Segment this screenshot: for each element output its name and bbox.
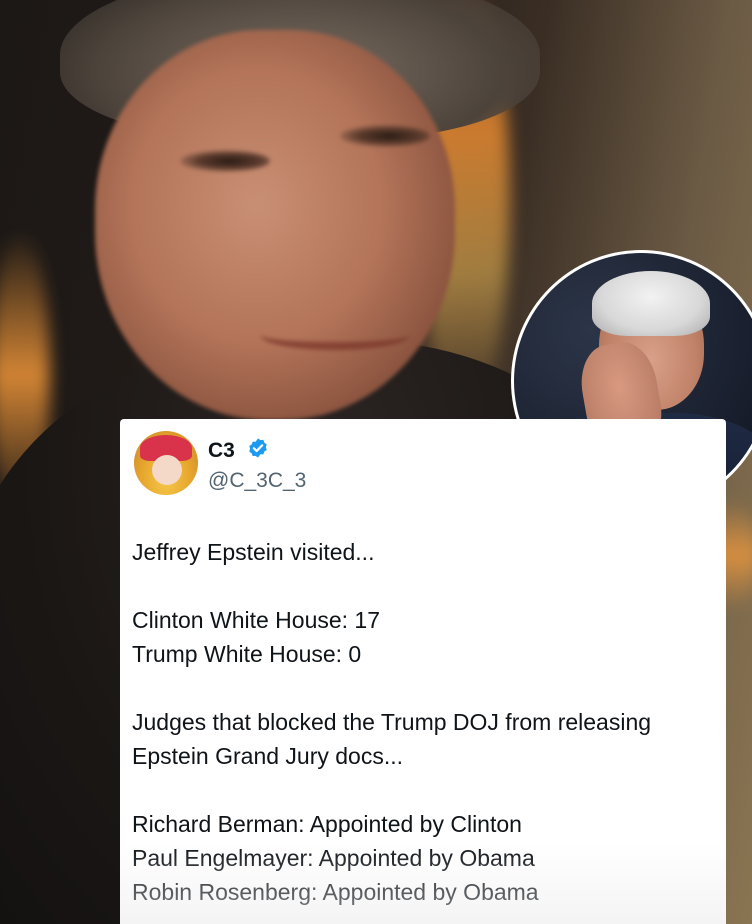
tweet-line: Paul Engelmayer: Appointed by Obama xyxy=(132,845,535,871)
inset-hair xyxy=(592,271,710,336)
user-handle[interactable]: @C_3C_3 xyxy=(208,469,306,493)
tweet-line: Jeffrey Epstein visited... xyxy=(132,539,375,565)
background-face xyxy=(95,30,455,420)
tweet-line: Richard Berman: Appointed by Clinton xyxy=(132,811,522,837)
tweet-card: C3 @C_3C_3 Jeffrey Epstein visited... Cl… xyxy=(120,419,726,924)
line-spacer xyxy=(132,569,722,603)
tweet-line: Clinton White House: 17 xyxy=(132,607,381,633)
tweet-text: Jeffrey Epstein visited... Clinton White… xyxy=(132,535,722,909)
tweet-line: Robin Rosenberg: Appointed by Obama xyxy=(132,879,539,905)
avatar-face xyxy=(152,455,182,485)
tweet-line: Judges that blocked the Trump DOJ from r… xyxy=(132,709,652,769)
display-name[interactable]: C3 xyxy=(208,439,235,463)
line-spacer xyxy=(132,671,722,705)
user-avatar[interactable] xyxy=(134,431,198,495)
tweet-line: Trump White House: 0 xyxy=(132,641,362,667)
background-eye xyxy=(180,150,270,172)
background-eye xyxy=(340,125,430,147)
background-mouth xyxy=(260,320,410,350)
verified-badge-icon xyxy=(249,438,267,458)
line-spacer xyxy=(132,773,722,807)
